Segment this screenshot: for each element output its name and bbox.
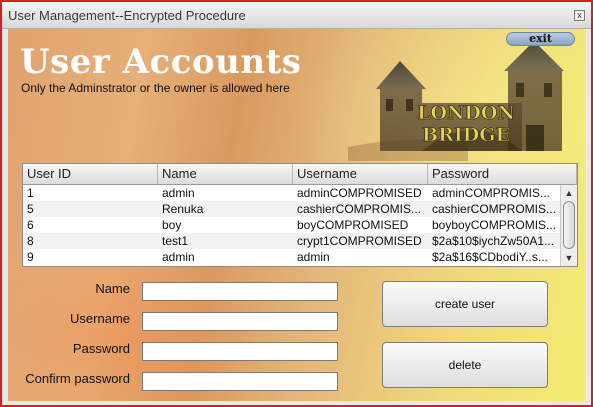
title-bar[interactable]: User Management--Encrypted Procedure x bbox=[2, 2, 591, 29]
password-label: Password bbox=[72, 341, 130, 356]
window-close-button[interactable]: x bbox=[574, 10, 585, 21]
table-row[interactable]: 5 Renuka cashierCOMPROMIS... cashierCOMP… bbox=[23, 201, 560, 217]
cell-username: admin bbox=[297, 250, 330, 264]
users-table[interactable]: User ID Name Username Password 1 admin a… bbox=[22, 163, 578, 267]
cell-name: admin bbox=[162, 186, 195, 200]
cell-password: cashierCOMPROMIS... bbox=[432, 202, 557, 216]
username-label: Username bbox=[70, 311, 130, 326]
cell-user-id: 1 bbox=[27, 186, 34, 200]
cell-username: adminCOMPROMISED bbox=[297, 186, 422, 200]
window-title: User Management--Encrypted Procedure bbox=[8, 8, 246, 23]
page-subtitle: Only the Adminstrator or the owner is al… bbox=[21, 81, 290, 95]
table-body: 1 admin adminCOMPROMISED adminCOMPROMIS.… bbox=[23, 185, 560, 266]
cell-password: $2a$10$iychZw50A1... bbox=[432, 234, 555, 248]
table-row[interactable]: 6 boy boyCOMPROMISED boyboyCOMPROMIS... bbox=[23, 217, 560, 233]
username-field[interactable] bbox=[142, 312, 338, 331]
svg-text:BRIDGE: BRIDGE bbox=[422, 124, 510, 146]
confirm-password-field[interactable] bbox=[142, 372, 338, 391]
cell-user-id: 5 bbox=[27, 202, 34, 216]
page-title: User Accounts bbox=[20, 42, 302, 82]
cell-user-id: 6 bbox=[27, 218, 34, 232]
create-user-button[interactable]: create user bbox=[382, 281, 548, 327]
table-row[interactable]: 9 admin admin $2a$16$CDbodiY..s... bbox=[23, 249, 560, 265]
exit-button[interactable]: exit bbox=[506, 32, 575, 46]
cell-name: admin bbox=[162, 250, 195, 264]
app-window: User Management--Encrypted Procedure x L… bbox=[0, 0, 593, 407]
svg-text:LONDON: LONDON bbox=[417, 102, 515, 124]
scroll-thumb[interactable] bbox=[563, 201, 575, 249]
cell-name: test1 bbox=[162, 234, 189, 248]
cell-password: adminCOMPROMIS... bbox=[432, 186, 551, 200]
confirm-password-label: Confirm password bbox=[25, 371, 130, 386]
cell-password: $2a$16$CDbodiY..s... bbox=[432, 250, 548, 264]
cell-user-id: 8 bbox=[27, 234, 34, 248]
table-row[interactable]: 1 admin adminCOMPROMISED adminCOMPROMIS.… bbox=[23, 185, 560, 201]
cell-name: boy bbox=[162, 218, 182, 232]
cell-username: boyCOMPROMISED bbox=[297, 218, 409, 232]
column-header-name[interactable]: Name bbox=[158, 164, 293, 184]
london-bridge-image: LONDON BRIDGE bbox=[348, 41, 564, 161]
name-label: Name bbox=[95, 281, 130, 296]
delete-button[interactable]: delete bbox=[382, 342, 548, 388]
cell-user-id: 9 bbox=[27, 250, 34, 264]
cell-name: Renuka bbox=[162, 202, 204, 216]
main-panel: LONDON BRIDGE User Accounts Only the Adm… bbox=[8, 29, 585, 401]
column-header-password[interactable]: Password bbox=[428, 164, 577, 184]
table-row[interactable]: 8 test1 crypt1COMPROMISED $2a$10$iychZw5… bbox=[23, 233, 560, 249]
cell-username: cashierCOMPROMIS... bbox=[297, 202, 422, 216]
column-header-user-id[interactable]: User ID bbox=[23, 164, 158, 184]
scroll-up-icon[interactable]: ▲ bbox=[561, 186, 577, 200]
column-header-username[interactable]: Username bbox=[293, 164, 428, 184]
table-scrollbar[interactable]: ▲ ▼ bbox=[560, 185, 577, 266]
password-field[interactable] bbox=[142, 342, 338, 361]
table-header: User ID Name Username Password bbox=[23, 164, 577, 185]
scroll-down-icon[interactable]: ▼ bbox=[561, 251, 577, 265]
cell-username: crypt1COMPROMISED bbox=[297, 234, 422, 248]
cell-password: boyboyCOMPROMIS... bbox=[432, 218, 557, 232]
name-field[interactable] bbox=[142, 282, 338, 301]
